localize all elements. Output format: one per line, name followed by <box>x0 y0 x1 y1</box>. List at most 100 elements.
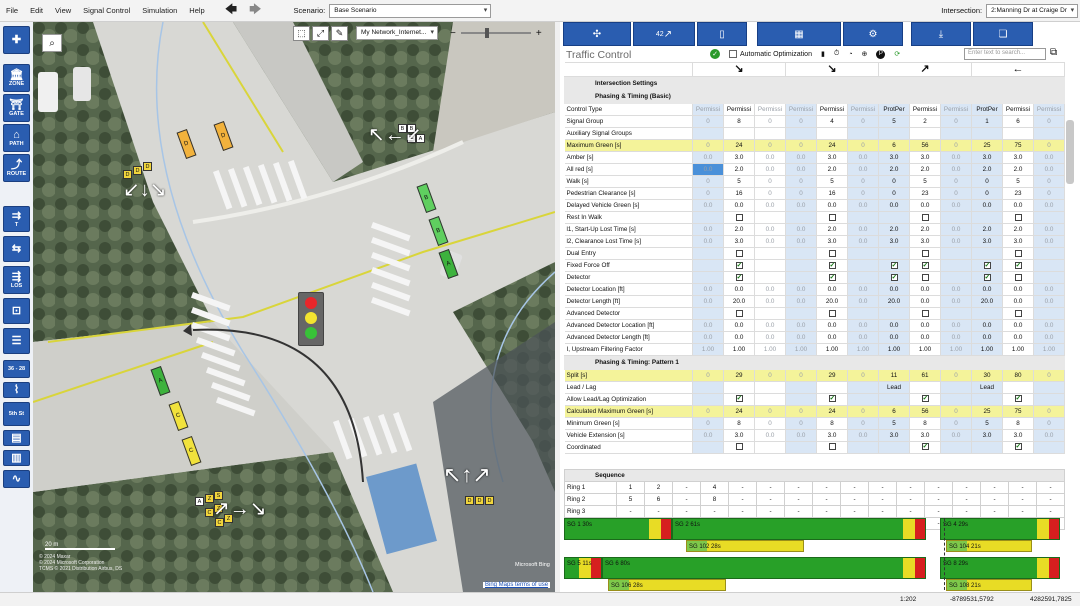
grid-cell[interactable]: 0 <box>754 187 786 200</box>
chart-icon[interactable]: ▥ <box>3 450 30 466</box>
grid-cell[interactable]: 0.0 <box>909 331 941 344</box>
grid-cell[interactable]: 0.0 <box>692 151 724 164</box>
grid-checkbox[interactable] <box>921 213 929 221</box>
sequence-cell[interactable]: - <box>924 481 953 494</box>
grid-cell[interactable]: 0 <box>971 175 1003 188</box>
sequence-cell[interactable]: - <box>952 505 981 518</box>
grid-cell[interactable]: 0.0 <box>847 331 879 344</box>
grid-cell[interactable]: 0.0 <box>785 151 817 164</box>
grid-cell[interactable]: 3.0 <box>971 151 1003 164</box>
grid-cell[interactable]: 2.0 <box>723 163 755 176</box>
sequence-cell[interactable]: - <box>1008 505 1037 518</box>
intersection-icon[interactable]: ✚ <box>3 26 30 54</box>
refresh-icon[interactable]: ⟳ <box>894 50 900 58</box>
grid-cell[interactable]: 0.0 <box>909 199 941 212</box>
grid-cell[interactable]: 0.0 <box>692 295 724 308</box>
grid-cell[interactable] <box>940 127 972 140</box>
grid-cell[interactable]: 0 <box>1033 368 1065 382</box>
grid-cell[interactable]: 1.00 <box>723 343 755 356</box>
grid-cell[interactable]: 0.0 <box>847 199 879 212</box>
ring-phase-bar[interactable]: SG 108 21s <box>946 579 1032 591</box>
grid-cell[interactable] <box>1002 211 1034 224</box>
ring-phase-bar[interactable]: SG 2 61s <box>672 518 926 540</box>
grid-cell[interactable]: 0.0 <box>1002 283 1034 296</box>
menu-view[interactable]: View <box>49 6 77 15</box>
menu-simulation[interactable]: Simulation <box>136 6 183 15</box>
map-view[interactable]: ACCBBADDBBEADDDAZSCZCZDDD ↙↓↘ ↖←↙ ↖↑↗ ↗→… <box>33 22 555 592</box>
grid-cell[interactable] <box>1033 307 1065 320</box>
sequence-cell[interactable]: - <box>924 493 953 506</box>
grid-cell[interactable]: 0.0 <box>878 199 910 212</box>
sequence-cell[interactable]: - <box>644 505 673 518</box>
grid-cell[interactable] <box>723 307 755 320</box>
grid-cell[interactable]: 0.0 <box>847 295 879 308</box>
sequence-cell[interactable]: - <box>784 505 813 518</box>
grid-cell[interactable]: 0 <box>940 368 972 382</box>
p-icon[interactable]: P <box>876 49 886 59</box>
grid-cell[interactable] <box>723 211 755 224</box>
grid-checkbox[interactable] <box>735 394 743 404</box>
grid-cell[interactable]: 2 <box>909 115 941 128</box>
select-tool-icon[interactable]: ⬚ <box>293 25 310 41</box>
sequence-cell[interactable]: - <box>868 481 897 494</box>
grid-cell[interactable]: 3.0 <box>878 428 910 442</box>
grid-cell[interactable]: 0 <box>1033 175 1065 188</box>
sequence-cell[interactable]: - <box>728 481 757 494</box>
sequence-cell[interactable]: - <box>812 493 841 506</box>
grid-cell[interactable]: 0.0 <box>816 199 848 212</box>
grid-cell[interactable] <box>847 127 879 140</box>
grid-cell[interactable] <box>847 247 879 260</box>
lane-label[interactable]: D <box>143 162 152 171</box>
grid-cell[interactable] <box>754 247 786 260</box>
grid-cell[interactable]: 2.0 <box>909 223 941 236</box>
grid-cell[interactable] <box>878 211 910 224</box>
grid-checkbox[interactable] <box>1014 261 1022 271</box>
grid-cell[interactable]: 0.0 <box>785 199 817 212</box>
grid-cell[interactable] <box>754 440 786 454</box>
grid-cell[interactable]: 0.0 <box>723 319 755 332</box>
grid-cell[interactable] <box>816 271 848 284</box>
grid-cell[interactable] <box>1033 211 1065 224</box>
grid-cell[interactable] <box>909 211 941 224</box>
grid-cell[interactable] <box>785 440 817 454</box>
grid-cell[interactable]: 1.00 <box>940 343 972 356</box>
grid-cell[interactable]: 0 <box>1033 115 1065 128</box>
grid-cell[interactable]: 16 <box>816 187 848 200</box>
grid-cell[interactable]: 0.0 <box>754 199 786 212</box>
grid-cell[interactable] <box>940 392 972 406</box>
grid-cell[interactable]: 0.0 <box>940 235 972 248</box>
grid-cell[interactable]: 0.0 <box>754 163 786 176</box>
grid-cell[interactable]: 24 <box>723 139 755 152</box>
grid-cell[interactable] <box>723 392 755 406</box>
grid-cell[interactable] <box>971 127 1003 140</box>
lane-label[interactable]: D <box>485 496 494 505</box>
grid-cell[interactable] <box>692 127 724 140</box>
sequence-cell[interactable]: - <box>840 493 869 506</box>
sequence-cell[interactable]: - <box>672 481 701 494</box>
grid-cell[interactable]: 3.0 <box>1002 428 1034 442</box>
sequence-cell[interactable]: - <box>868 505 897 518</box>
grid-cell[interactable]: 3.0 <box>909 235 941 248</box>
grid-cell[interactable]: 0 <box>940 404 972 418</box>
grid-cell[interactable]: 1.00 <box>785 343 817 356</box>
grid-cell[interactable] <box>754 307 786 320</box>
grid-cell[interactable] <box>909 392 941 406</box>
grid-cell[interactable]: 3.0 <box>878 235 910 248</box>
sequence-cell[interactable]: 8 <box>700 493 729 506</box>
signal-list-icon[interactable]: ☰ <box>3 328 30 354</box>
grid-cell[interactable] <box>909 440 941 454</box>
lane-label[interactable]: D <box>133 166 142 175</box>
grid-cell[interactable]: 1.00 <box>692 343 724 356</box>
grid-cell[interactable]: 8 <box>723 416 755 430</box>
grid-cell[interactable] <box>785 271 817 284</box>
sequence-cell[interactable]: - <box>980 493 1009 506</box>
grid-cell[interactable]: Lead <box>971 380 1003 394</box>
tab-layers-icon[interactable]: ❏ <box>973 22 1033 46</box>
grid-cell[interactable] <box>723 440 755 454</box>
grid-checkbox[interactable] <box>1014 213 1022 221</box>
grid-cell[interactable]: 0 <box>940 115 972 128</box>
grid-cell[interactable]: 30 <box>971 368 1003 382</box>
grid-cell[interactable] <box>785 247 817 260</box>
zoom-slider-thumb[interactable] <box>484 28 489 38</box>
grid-cell[interactable] <box>816 440 848 454</box>
